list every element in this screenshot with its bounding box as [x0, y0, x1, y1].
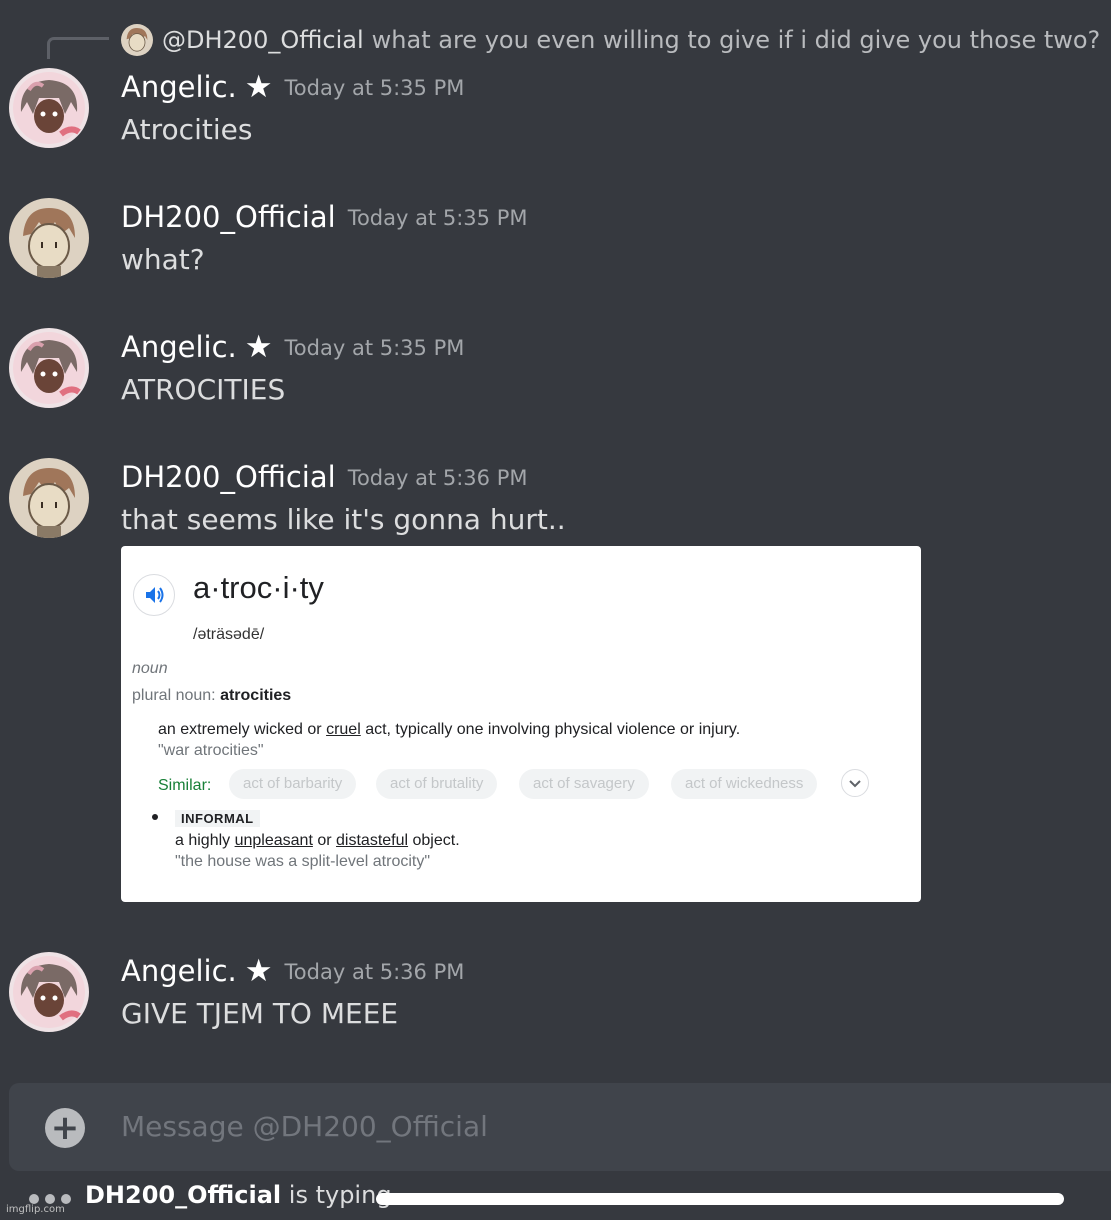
typing-indicator: DH200_Official is typing: [85, 1178, 392, 1212]
definition-link-cruel[interactable]: cruel: [326, 721, 361, 738]
avatar-dh200[interactable]: [9, 198, 89, 278]
bullet-icon: [152, 814, 158, 820]
definition-link-unpleasant[interactable]: unpleasant: [235, 832, 313, 849]
definition-2: a highly unpleasant or distasteful objec…: [175, 832, 460, 850]
avatar-dh200[interactable]: [9, 458, 89, 538]
author-name[interactable]: Angelic.: [121, 954, 237, 988]
example-2: "the house was a split-level atrocity": [175, 853, 431, 870]
message-input-placeholder[interactable]: Message @DH200_Official: [121, 1107, 488, 1147]
reply-connector: [47, 37, 109, 59]
author-name[interactable]: DH200_Official: [121, 200, 336, 234]
definition-2-text: a highly: [175, 832, 235, 849]
definition-1: an extremely wicked or cruel act, typica…: [158, 721, 740, 739]
similar-chip[interactable]: act of barbarity: [229, 769, 357, 799]
message-text: Atrocities: [121, 113, 253, 146]
avatar-angelic[interactable]: [9, 328, 89, 408]
informal-tag: INFORMAL: [175, 810, 260, 827]
message-header: Angelic. ★ Today at 5:35 PM: [121, 67, 464, 108]
author-name[interactable]: DH200_Official: [121, 460, 336, 494]
star-badge-icon: ★: [244, 69, 273, 105]
reply-avatar[interactable]: [121, 24, 153, 56]
similar-label: Similar:: [158, 777, 212, 794]
message-header: Angelic. ★ Today at 5:35 PM: [121, 327, 464, 368]
plural-label: plural noun: [132, 687, 212, 704]
message-header: DH200_Official Today at 5:35 PM: [121, 197, 528, 238]
message-header: Angelic. ★ Today at 5:36 PM: [121, 951, 464, 992]
typing-user: DH200_Official: [85, 1181, 282, 1209]
timestamp: Today at 5:35 PM: [284, 76, 465, 100]
watermark: imgflip.com: [6, 1204, 65, 1215]
similar-chip[interactable]: act of wickedness: [671, 769, 818, 799]
definition-2-text: or: [312, 832, 337, 849]
star-badge-icon: ★: [244, 953, 273, 989]
message-header: DH200_Official Today at 5:36 PM: [121, 457, 528, 498]
phonetic: /əträsədē/: [193, 626, 265, 643]
chevron-down-icon[interactable]: [841, 769, 869, 797]
definition-1-text: an extremely wicked or: [158, 721, 327, 738]
message-text: what?: [121, 243, 205, 276]
timestamp: Today at 5:36 PM: [284, 960, 465, 984]
message-text: GIVE TJEM TO MEEE: [121, 997, 399, 1030]
typing-label: is typing: [281, 1181, 392, 1209]
timestamp: Today at 5:35 PM: [347, 206, 528, 230]
message-text: that seems like it's gonna hurt..: [121, 503, 566, 536]
plural-separator: :: [211, 687, 221, 704]
author-name[interactable]: Angelic.: [121, 70, 237, 104]
reply-mention[interactable]: @DH200_Official: [162, 26, 364, 54]
plural-form: plural noun: atrocities: [132, 687, 291, 705]
star-badge-icon: ★: [244, 329, 273, 365]
message-text: ATROCITIES: [121, 373, 286, 406]
dictionary-word: a·troc·i·ty: [193, 570, 324, 605]
definition-link-distasteful[interactable]: distasteful: [336, 832, 408, 849]
avatar-angelic[interactable]: [9, 68, 89, 148]
avatar-angelic[interactable]: [9, 952, 89, 1032]
definition-1-text: act, typically one involving physical vi…: [360, 721, 741, 738]
plus-icon[interactable]: +: [45, 1108, 85, 1148]
example-1: "war atrocities": [158, 742, 264, 759]
plural-value: atrocities: [220, 687, 292, 704]
part-of-speech: noun: [132, 660, 168, 677]
message-input-box[interactable]: + Message @DH200_Official: [9, 1083, 1111, 1171]
similar-chip[interactable]: act of brutality: [376, 769, 498, 799]
timestamp: Today at 5:35 PM: [284, 336, 465, 360]
horizontal-scrollbar[interactable]: [376, 1193, 1064, 1205]
author-name[interactable]: Angelic.: [121, 330, 237, 364]
dictionary-image-attachment[interactable]: a·troc·i·ty /əträsədē/ noun plural noun:…: [121, 546, 921, 902]
definition-2-text: object.: [408, 832, 460, 849]
timestamp: Today at 5:36 PM: [347, 466, 528, 490]
similar-chip[interactable]: act of savagery: [519, 769, 649, 799]
speaker-icon[interactable]: [133, 574, 175, 616]
reply-snippet: what are you even willing to give if i d…: [371, 26, 1101, 54]
reply-preview[interactable]: @DH200_Official what are you even willing…: [162, 22, 1100, 58]
